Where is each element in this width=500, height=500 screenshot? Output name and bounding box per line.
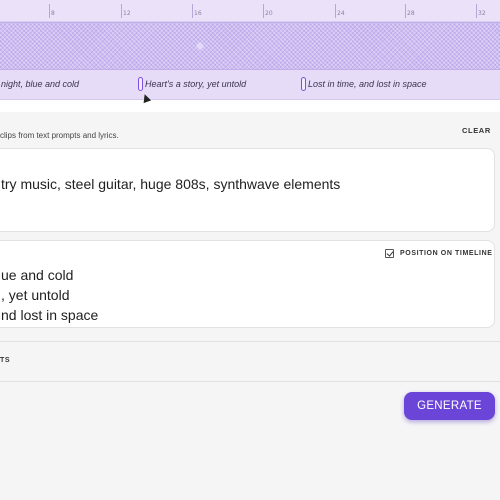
lyrics-line: ue and cold <box>1 267 74 283</box>
position-on-timeline-label: POSITION ON TIMELINE <box>400 250 493 257</box>
section-label[interactable]: TS <box>0 357 10 364</box>
ruler-tick-label: 8 <box>51 10 55 17</box>
ruler-tick <box>263 4 264 18</box>
lyric-segment[interactable]: night, blue and cold <box>1 79 79 89</box>
clear-button[interactable]: CLEAR <box>462 126 491 135</box>
ruler-tick-label: 28 <box>407 10 415 17</box>
timeline[interactable]: 8 12 16 20 24 28 32 night, blue and cold… <box>0 0 500 104</box>
ruler-tick <box>476 4 477 18</box>
lyric-segment[interactable]: Heart's a story, yet untold <box>145 79 246 89</box>
lyric-marker-handle[interactable] <box>301 77 306 91</box>
divider <box>0 381 500 382</box>
ruler-tick <box>121 4 122 18</box>
lyrics-line: nd lost in space <box>1 307 99 323</box>
ruler-tick-label: 32 <box>478 10 486 17</box>
audio-waveform[interactable] <box>0 22 500 70</box>
ruler-tick-label: 20 <box>265 10 273 17</box>
lyric-marker-handle[interactable] <box>138 77 143 91</box>
ruler-tick <box>49 4 50 18</box>
ruler-tick <box>192 4 193 18</box>
ruler-tick-label: 16 <box>194 10 202 17</box>
lyric-segment[interactable]: Lost in time, and lost in space <box>308 79 427 89</box>
panel-hint: clips from text prompts and lyrics. <box>0 131 119 140</box>
ruler-tick-label: 24 <box>337 10 345 17</box>
lyrics-track[interactable]: night, blue and cold Heart's a story, ye… <box>0 70 500 100</box>
style-prompt-text: try music, steel guitar, huge 808s, synt… <box>1 176 341 192</box>
position-on-timeline-toggle[interactable]: POSITION ON TIMELINE <box>385 249 493 258</box>
generate-button[interactable]: GENERATE <box>404 392 495 420</box>
divider <box>0 341 500 342</box>
ruler-tick <box>335 4 336 18</box>
checkbox-checked-icon[interactable] <box>385 249 394 258</box>
style-prompt-field[interactable]: try music, steel guitar, huge 808s, synt… <box>0 148 495 232</box>
ruler-tick <box>405 4 406 18</box>
lyrics-line: , yet untold <box>1 287 70 303</box>
ruler-tick-label: 12 <box>123 10 131 17</box>
timeline-ruler: 8 12 16 20 24 28 32 <box>0 0 500 22</box>
